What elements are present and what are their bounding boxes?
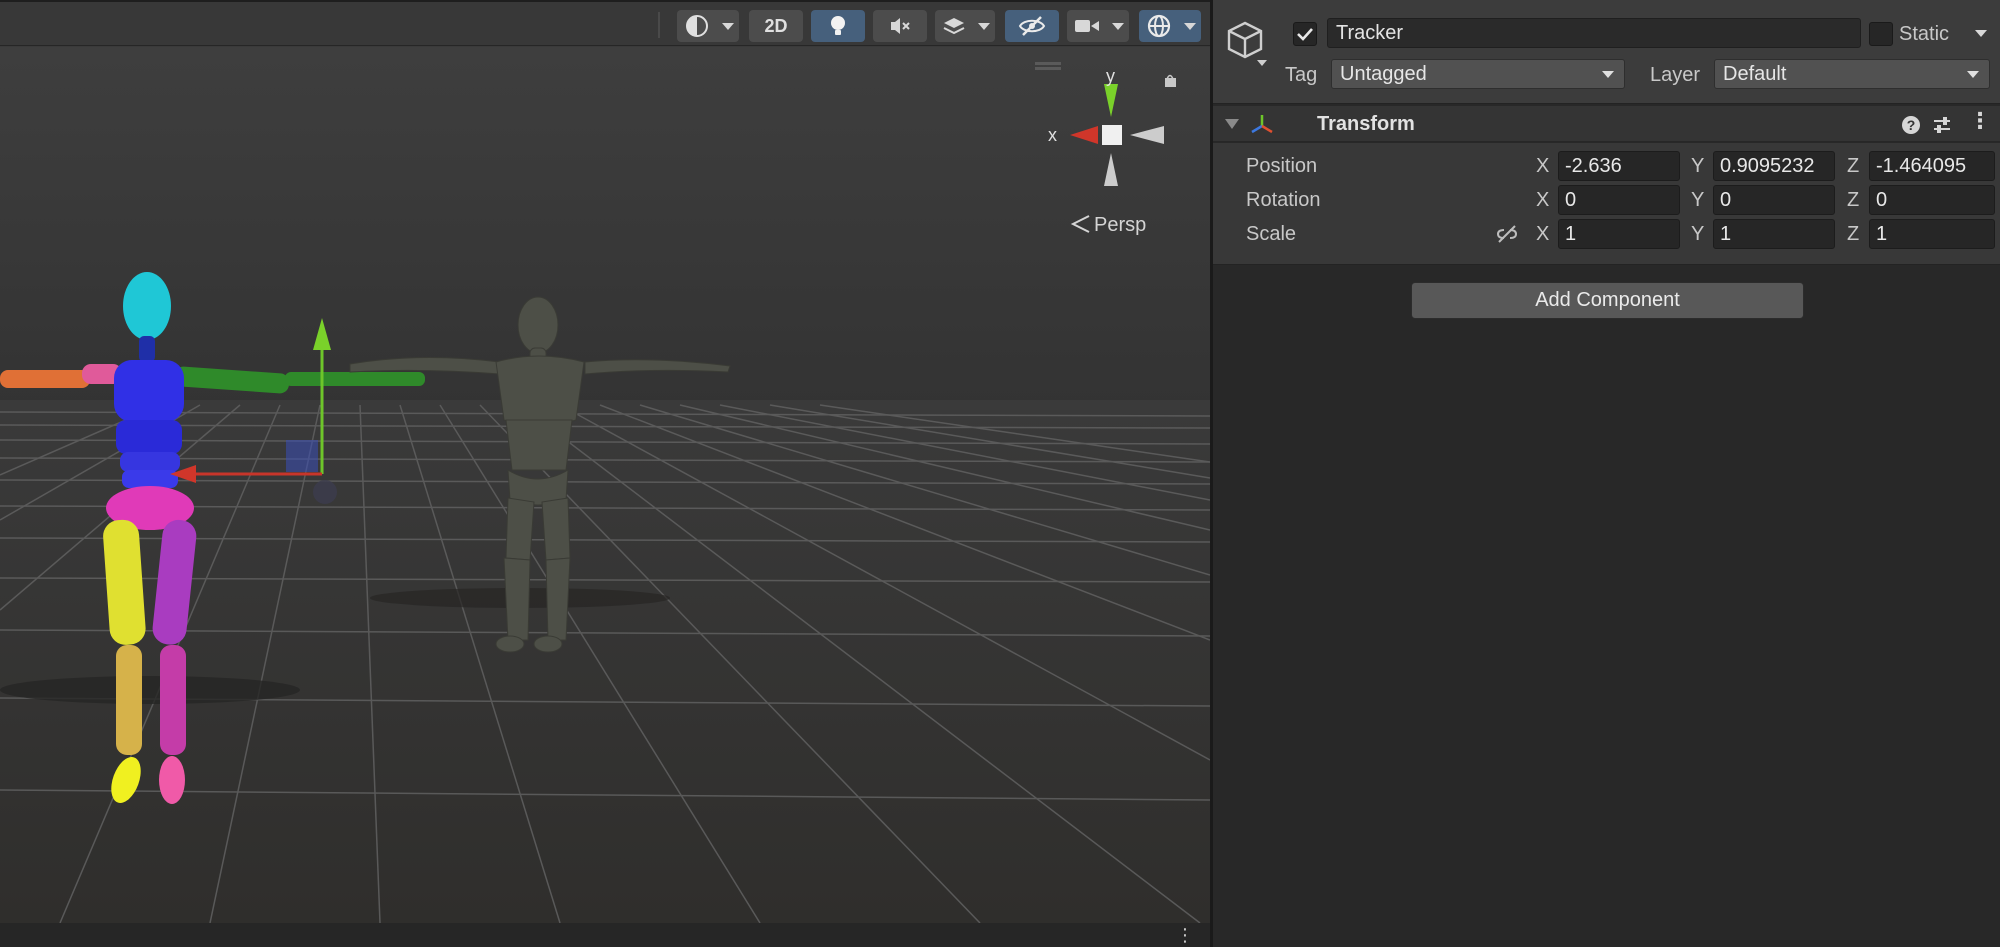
sphere-icon xyxy=(686,15,708,37)
more-vertical-icon[interactable]: ⋮ xyxy=(1969,108,1991,134)
checkmark-icon xyxy=(1297,28,1313,41)
scale-x-label[interactable]: X xyxy=(1536,220,1549,248)
transform-component-header[interactable]: Transform ? ⋮ xyxy=(1213,106,2000,142)
gizmos-dropdown[interactable] xyxy=(1179,10,1201,42)
projection-label[interactable]: Persp xyxy=(1094,214,1146,236)
static-dropdown-caret[interactable] xyxy=(1975,30,1987,37)
2d-mode-button[interactable]: 2D xyxy=(749,10,803,42)
layer-dropdown[interactable]: Default xyxy=(1714,59,1990,89)
layers-icon xyxy=(943,18,965,35)
ragdoll-shadow xyxy=(0,676,300,704)
constrain-proportions-icon[interactable] xyxy=(1495,224,1519,244)
scale-y-label[interactable]: Y xyxy=(1691,220,1704,248)
scale-x-field[interactable]: 1 xyxy=(1558,219,1680,249)
object-header: Tracker Static Tag Untagged Layer Defaul… xyxy=(1213,0,2000,104)
scale-y-field[interactable]: 1 xyxy=(1713,219,1835,249)
2d-mode-label: 2D xyxy=(764,15,788,36)
help-icon[interactable]: ? xyxy=(1901,115,1921,135)
scene-viewport[interactable]: y x Persp xyxy=(0,47,1210,923)
position-label: Position xyxy=(1246,155,1318,177)
audio-toggle-button[interactable] xyxy=(873,10,927,42)
active-checkbox[interactable] xyxy=(1293,22,1317,46)
light-bulb-icon xyxy=(831,16,845,35)
layer-value: Default xyxy=(1723,63,1787,85)
rotation-z-field[interactable]: 0 xyxy=(1869,185,1995,215)
shading-mode-dropdown[interactable] xyxy=(717,10,739,42)
chevron-down-icon xyxy=(978,22,990,30)
transform-title: Transform xyxy=(1317,113,1415,135)
chevron-down-icon xyxy=(1184,22,1196,30)
position-y-field[interactable]: 0.9095232 xyxy=(1713,151,1835,181)
position-z-field[interactable]: -1.464095 xyxy=(1869,151,1995,181)
camera-settings-dropdown[interactable] xyxy=(1107,10,1129,42)
foldout-arrow-icon[interactable] xyxy=(1225,119,1239,129)
gizmo-x-label: x xyxy=(1048,125,1057,145)
rotation-z-label[interactable]: Z xyxy=(1847,186,1859,214)
chevron-down-icon xyxy=(722,22,734,30)
inspector-panel: Tracker Static Tag Untagged Layer Defaul… xyxy=(1213,0,2000,947)
camera-icon xyxy=(1075,20,1099,32)
position-z-label[interactable]: Z xyxy=(1847,152,1859,180)
transform-axes-icon xyxy=(1251,115,1273,134)
tag-label: Tag xyxy=(1285,64,1318,86)
scale-z-field[interactable]: 1 xyxy=(1869,219,1995,249)
scene-status-bar: ⋮ xyxy=(0,923,1210,947)
scene-visibility-button[interactable] xyxy=(1005,10,1059,42)
static-label: Static xyxy=(1899,23,1950,45)
add-component-button[interactable]: Add Component xyxy=(1411,282,1804,319)
presets-sliders-icon[interactable] xyxy=(1932,115,1952,135)
cube-icon[interactable] xyxy=(1225,20,1275,66)
chevron-down-icon xyxy=(1602,71,1614,78)
rotation-x-field[interactable]: 0 xyxy=(1558,185,1680,215)
gizmos-button[interactable] xyxy=(1139,10,1179,42)
tag-dropdown[interactable]: Untagged xyxy=(1331,59,1625,89)
sky xyxy=(0,47,1210,407)
scale-z-label[interactable]: Z xyxy=(1847,220,1859,248)
scale-label: Scale xyxy=(1246,223,1297,245)
rotation-y-field[interactable]: 0 xyxy=(1713,185,1835,215)
rotation-x-label[interactable]: X xyxy=(1536,186,1549,214)
tag-value: Untagged xyxy=(1340,63,1427,85)
position-x-field[interactable]: -2.636 xyxy=(1558,151,1680,181)
scene-view[interactable]: 2D y x Persp ⋮ xyxy=(0,0,1210,947)
position-x-label[interactable]: X xyxy=(1536,152,1549,180)
camera-settings-button[interactable] xyxy=(1067,10,1107,42)
toolbar-separator xyxy=(658,12,660,38)
effects-button[interactable] xyxy=(935,10,973,42)
eye-crossed-icon xyxy=(1018,16,1046,36)
effects-dropdown[interactable] xyxy=(973,10,995,42)
shading-mode-button[interactable] xyxy=(677,10,717,42)
position-y-label[interactable]: Y xyxy=(1691,152,1704,180)
lighting-toggle-button[interactable] xyxy=(811,10,865,42)
gizmo-y-label: y xyxy=(1106,66,1115,86)
svg-text:?: ? xyxy=(1907,117,1916,133)
layer-label: Layer xyxy=(1650,64,1701,86)
transform-component-body: Position X -2.636 Y 0.9095232 Z -1.46409… xyxy=(1213,143,2000,265)
more-vertical-icon[interactable]: ⋮ xyxy=(1176,925,1194,945)
chevron-down-icon xyxy=(1112,22,1124,30)
object-name-input[interactable]: Tracker xyxy=(1327,18,1861,48)
rotation-y-label[interactable]: Y xyxy=(1691,186,1704,214)
audio-mute-icon xyxy=(891,18,910,34)
gizmo-globe-icon xyxy=(1147,14,1171,38)
static-checkbox[interactable] xyxy=(1869,22,1893,46)
scene-toolbar: 2D xyxy=(0,0,1210,46)
chevron-down-icon xyxy=(1967,71,1979,78)
rotation-label: Rotation xyxy=(1246,189,1321,211)
